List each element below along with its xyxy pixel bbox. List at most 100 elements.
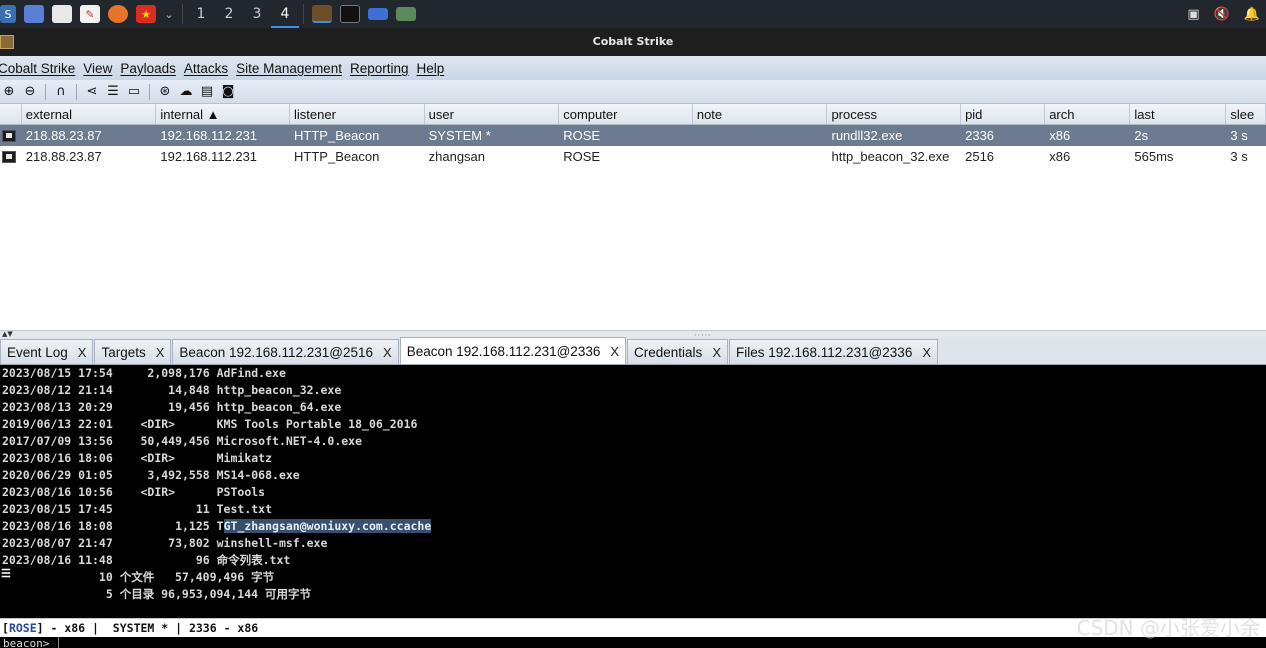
tab-event-log[interactable]: Event Log X [0, 339, 94, 364]
menu-view[interactable]: View [83, 61, 116, 76]
header-icon-column [0, 104, 22, 124]
header-sleep[interactable]: slee [1226, 104, 1266, 124]
header-listener[interactable]: listener [290, 104, 425, 124]
workspace-2[interactable]: 2 [215, 0, 243, 28]
menu-site-management[interactable]: Site Management [236, 61, 346, 76]
file-manager-icon[interactable] [52, 5, 72, 23]
close-icon[interactable]: X [922, 345, 931, 360]
cell-process: http_beacon_32.exe [831, 149, 950, 164]
cell-pid: 2516 [965, 149, 995, 164]
camera-icon[interactable]: ◙ [219, 83, 237, 101]
os-taskbar: S ✎ ★ ⌄ 1 2 3 4 ▣ 🔇 🔔 [0, 0, 1266, 28]
app-menu-icon[interactable]: S [0, 5, 16, 23]
tab-bar: Event Log X Targets X Beacon 192.168.112… [0, 337, 1266, 365]
command-prompt: beacon> [3, 637, 50, 648]
close-icon[interactable]: X [712, 345, 721, 360]
header-user[interactable]: user [425, 104, 560, 124]
image-viewer-icon[interactable] [396, 7, 416, 21]
table-row[interactable]: 218.88.23.87 192.168.112.231 HTTP_Beacon… [0, 146, 1266, 167]
close-icon[interactable]: X [610, 344, 619, 359]
toolbar-separator [76, 83, 77, 100]
cell-last: 2s [1134, 128, 1149, 143]
cloud-icon[interactable]: ☁ [177, 83, 195, 101]
header-computer[interactable]: computer [559, 104, 693, 124]
console-line: 2023/08/12 21:14 14,848 http_beacon_32.e… [2, 383, 342, 397]
chevron-down-icon[interactable]: ⌄ [164, 5, 174, 23]
pane-splitter[interactable]: ▲▼ ····· [0, 330, 1266, 340]
globe-icon[interactable]: ⊛ [156, 83, 174, 101]
remove-connection-icon[interactable]: ⊖ [21, 83, 39, 101]
cell-last: 565ms [1134, 149, 1174, 164]
status-host: ROSE [8, 621, 37, 635]
cell-arch: x86 [1049, 149, 1071, 164]
cell-external: 218.88.23.87 [25, 149, 102, 164]
cell-external: 218.88.23.87 [25, 128, 102, 143]
folder-icon[interactable] [368, 8, 388, 20]
header-process[interactable]: process [827, 104, 962, 124]
monitor-icon[interactable]: ▭ [125, 83, 143, 101]
menu-payloads[interactable]: Payloads [120, 61, 180, 76]
terminal-icon[interactable] [340, 5, 360, 23]
tab-targets[interactable]: Targets X [94, 339, 172, 364]
header-pid[interactable]: pid [961, 104, 1046, 124]
console-line: 2023/08/15 17:45 11 Test.txt [2, 502, 273, 516]
cell-note [693, 146, 828, 167]
close-icon[interactable]: X [78, 345, 87, 360]
close-icon[interactable]: X [156, 345, 165, 360]
share-icon[interactable]: ⋖ [83, 83, 101, 101]
text-editor-icon[interactable]: ✎ [80, 5, 100, 23]
tab-label: Beacon 192.168.112.231@2336 [406, 343, 601, 359]
window-title: Cobalt Strike [592, 35, 674, 48]
menu-reporting[interactable]: Reporting [350, 61, 413, 76]
workspace-4[interactable]: 4 [271, 0, 299, 28]
cell-note [693, 125, 828, 146]
console-line: 2019/06/13 22:01 <DIR> KMS Tools Portabl… [2, 417, 418, 431]
console-line: 2023/08/16 11:48 96 命令列表.txt [2, 553, 291, 567]
cell-user: zhangsan [428, 149, 486, 164]
toolbar-separator [45, 83, 46, 100]
tab-files-2336[interactable]: Files 192.168.112.231@2336 X [728, 339, 938, 364]
workspace-3[interactable]: 3 [243, 0, 271, 28]
workspace-1[interactable]: 1 [187, 0, 215, 28]
cell-sleep: 3 s [1230, 128, 1248, 143]
close-icon[interactable]: X [383, 345, 392, 360]
console-line: 2023/08/15 17:54 2,098,176 AdFind.exe [2, 366, 286, 380]
headphones-icon[interactable]: ∩ [52, 83, 70, 101]
toolbar: ⊕ ⊖ ∩ ⋖ ☰ ▭ ⊛ ☁ ▤ ◙ [0, 80, 1266, 104]
status-details: ] - x86 | SYSTEM * | 2336 - x86 [36, 621, 259, 635]
menu-help[interactable]: Help [417, 61, 449, 76]
cobalt-strike-task-icon[interactable] [312, 5, 332, 23]
tab-credentials[interactable]: Credentials X [627, 339, 728, 364]
header-internal[interactable]: internal ▲ [156, 104, 291, 124]
desktop-icon[interactable] [24, 5, 44, 23]
console-line-prefix: 2023/08/16 18:08 1,125 T [2, 519, 224, 533]
keyboard-icon[interactable]: ▤ [198, 83, 216, 101]
add-connection-icon[interactable]: ⊕ [0, 83, 18, 101]
console-line: 2020/06/29 01:05 3,492,558 MS14-068.exe [2, 468, 300, 482]
selected-text: GT_zhangsan@woniuxy.com.ccache [223, 519, 432, 533]
beacon-console[interactable]: 2023/08/15 17:54 2,098,176 AdFind.exe 20… [0, 365, 1266, 618]
header-note[interactable]: note [693, 104, 828, 124]
beacon-session-icon [0, 125, 22, 146]
list-icon[interactable]: ☰ [104, 83, 122, 101]
menu-cobalt-strike[interactable]: Cobalt Strike [0, 61, 79, 76]
header-last[interactable]: last [1130, 104, 1227, 124]
table-row[interactable]: 218.88.23.87 192.168.112.231 HTTP_Beacon… [0, 125, 1266, 146]
mute-icon[interactable]: 🔇 [1214, 7, 1230, 22]
firefox-icon[interactable] [108, 5, 128, 23]
toolbar-separator [149, 83, 150, 100]
cobalt-strike-app-icon [0, 35, 14, 49]
window-icon[interactable]: ▣ [1187, 7, 1199, 22]
tab-beacon-2516[interactable]: Beacon 192.168.112.231@2516 X [172, 339, 399, 364]
cell-computer: ROSE [563, 128, 601, 143]
header-arch[interactable]: arch [1045, 104, 1131, 124]
collapse-arrows-icon[interactable]: ▲▼ [2, 330, 13, 338]
taskbar-separator [303, 4, 304, 24]
tab-label: Beacon 192.168.112.231@2516 [179, 344, 374, 360]
cell-user: SYSTEM * [428, 128, 491, 143]
flag-icon[interactable]: ★ [136, 5, 156, 23]
notification-bell-icon[interactable]: 🔔 [1244, 7, 1260, 22]
menu-attacks[interactable]: Attacks [184, 61, 232, 76]
header-external[interactable]: external [22, 104, 157, 124]
tab-beacon-2336[interactable]: Beacon 192.168.112.231@2336 X [399, 337, 627, 364]
